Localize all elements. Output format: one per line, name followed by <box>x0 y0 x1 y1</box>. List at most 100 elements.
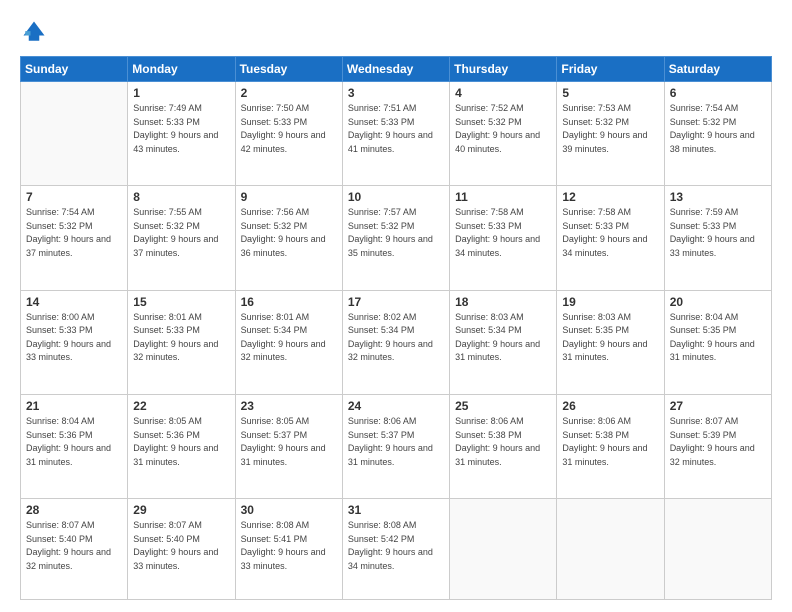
day-number: 26 <box>562 399 658 413</box>
calendar-cell: 24Sunrise: 8:06 AMSunset: 5:37 PMDayligh… <box>342 395 449 499</box>
logo <box>20 18 52 46</box>
calendar-cell: 23 Sunrise: 8:05 AMSunset: 5:37 PMDayligh… <box>235 395 342 499</box>
day-info: Sunrise: 7:53 AMSunset: 5:32 PMDaylight:… <box>562 102 658 156</box>
week-row-5: 28 Sunrise: 8:07 AMSunset: 5:40 PMDayligh… <box>21 499 772 600</box>
calendar-cell <box>557 499 664 600</box>
day-number: 22 <box>133 399 229 413</box>
day-info: Sunrise: 8:04 AMSunset: 5:35 PMDaylight:… <box>670 311 766 365</box>
day-number: 17 <box>348 295 444 309</box>
calendar-cell: 2Sunrise: 7:50 AMSunset: 5:33 PMDaylight… <box>235 82 342 186</box>
day-number: 28 <box>26 503 122 517</box>
day-number: 13 <box>670 190 766 204</box>
day-number: 11 <box>455 190 551 204</box>
calendar-cell: 31 Sunrise: 8:08 AMSunset: 5:42 PMDayligh… <box>342 499 449 600</box>
day-info: Sunrise: 8:02 AMSunset: 5:34 PMDaylight:… <box>348 311 444 365</box>
day-info: Sunrise: 8:06 AMSunset: 5:38 PMDaylight:… <box>455 415 551 469</box>
calendar-cell: 14 Sunrise: 8:00 AMSunset: 5:33 PMDayligh… <box>21 290 128 394</box>
day-info: Sunrise: 8:01 AMSunset: 5:34 PMDaylight:… <box>241 311 337 365</box>
day-info: Sunrise: 7:54 AMSunset: 5:32 PMDaylight:… <box>670 102 766 156</box>
week-row-2: 7 Sunrise: 7:54 AMSunset: 5:32 PMDaylight… <box>21 186 772 290</box>
day-number: 7 <box>26 190 122 204</box>
calendar-cell: 6 Sunrise: 7:54 AMSunset: 5:32 PMDaylight… <box>664 82 771 186</box>
calendar-cell: 15 Sunrise: 8:01 AMSunset: 5:33 PMDayligh… <box>128 290 235 394</box>
header <box>20 18 772 46</box>
day-number: 9 <box>241 190 337 204</box>
day-number: 6 <box>670 86 766 100</box>
day-number: 31 <box>348 503 444 517</box>
day-info: Sunrise: 8:03 AMSunset: 5:35 PMDaylight:… <box>562 311 658 365</box>
day-info: Sunrise: 7:54 AMSunset: 5:32 PMDaylight:… <box>26 206 122 260</box>
day-info: Sunrise: 7:49 AMSunset: 5:33 PMDaylight:… <box>133 102 229 156</box>
day-info: Sunrise: 7:57 AMSunset: 5:32 PMDaylight:… <box>348 206 444 260</box>
calendar-cell: 19Sunrise: 8:03 AMSunset: 5:35 PMDayligh… <box>557 290 664 394</box>
week-row-3: 14 Sunrise: 8:00 AMSunset: 5:33 PMDayligh… <box>21 290 772 394</box>
day-number: 27 <box>670 399 766 413</box>
day-number: 14 <box>26 295 122 309</box>
logo-icon <box>20 18 48 46</box>
day-info: Sunrise: 8:08 AMSunset: 5:41 PMDaylight:… <box>241 519 337 573</box>
day-info: Sunrise: 7:58 AMSunset: 5:33 PMDaylight:… <box>562 206 658 260</box>
calendar-cell <box>664 499 771 600</box>
day-number: 10 <box>348 190 444 204</box>
day-number: 20 <box>670 295 766 309</box>
calendar-cell: 7 Sunrise: 7:54 AMSunset: 5:32 PMDaylight… <box>21 186 128 290</box>
day-number: 4 <box>455 86 551 100</box>
day-info: Sunrise: 7:56 AMSunset: 5:32 PMDaylight:… <box>241 206 337 260</box>
calendar-cell: 13 Sunrise: 7:59 AMSunset: 5:33 PMDayligh… <box>664 186 771 290</box>
calendar-cell <box>450 499 557 600</box>
day-info: Sunrise: 8:05 AMSunset: 5:37 PMDaylight:… <box>241 415 337 469</box>
day-number: 3 <box>348 86 444 100</box>
calendar-cell: 17 Sunrise: 8:02 AMSunset: 5:34 PMDayligh… <box>342 290 449 394</box>
day-number: 16 <box>241 295 337 309</box>
calendar-cell: 5 Sunrise: 7:53 AMSunset: 5:32 PMDaylight… <box>557 82 664 186</box>
calendar-cell: 8 Sunrise: 7:55 AMSunset: 5:32 PMDaylight… <box>128 186 235 290</box>
day-info: Sunrise: 7:58 AMSunset: 5:33 PMDaylight:… <box>455 206 551 260</box>
day-info: Sunrise: 8:07 AMSunset: 5:40 PMDaylight:… <box>133 519 229 573</box>
calendar-cell: 10 Sunrise: 7:57 AMSunset: 5:32 PMDayligh… <box>342 186 449 290</box>
calendar-table: SundayMondayTuesdayWednesdayThursdayFrid… <box>20 56 772 600</box>
day-number: 21 <box>26 399 122 413</box>
weekday-wednesday: Wednesday <box>342 57 449 82</box>
day-info: Sunrise: 7:51 AMSunset: 5:33 PMDaylight:… <box>348 102 444 156</box>
calendar-cell: 18 Sunrise: 8:03 AMSunset: 5:34 PMDayligh… <box>450 290 557 394</box>
day-number: 23 <box>241 399 337 413</box>
weekday-monday: Monday <box>128 57 235 82</box>
day-number: 15 <box>133 295 229 309</box>
weekday-thursday: Thursday <box>450 57 557 82</box>
day-info: Sunrise: 8:07 AMSunset: 5:39 PMDaylight:… <box>670 415 766 469</box>
calendar-cell: 3 Sunrise: 7:51 AMSunset: 5:33 PMDaylight… <box>342 82 449 186</box>
calendar-cell: 12 Sunrise: 7:58 AMSunset: 5:33 PMDayligh… <box>557 186 664 290</box>
calendar-cell: 4 Sunrise: 7:52 AMSunset: 5:32 PMDaylight… <box>450 82 557 186</box>
calendar-cell: 11 Sunrise: 7:58 AMSunset: 5:33 PMDayligh… <box>450 186 557 290</box>
day-info: Sunrise: 8:03 AMSunset: 5:34 PMDaylight:… <box>455 311 551 365</box>
day-number: 24 <box>348 399 444 413</box>
day-number: 18 <box>455 295 551 309</box>
day-info: Sunrise: 8:01 AMSunset: 5:33 PMDaylight:… <box>133 311 229 365</box>
page: SundayMondayTuesdayWednesdayThursdayFrid… <box>0 0 792 612</box>
day-info: Sunrise: 8:00 AMSunset: 5:33 PMDaylight:… <box>26 311 122 365</box>
day-number: 1 <box>133 86 229 100</box>
calendar-cell: 16 Sunrise: 8:01 AMSunset: 5:34 PMDayligh… <box>235 290 342 394</box>
calendar-cell: 28 Sunrise: 8:07 AMSunset: 5:40 PMDayligh… <box>21 499 128 600</box>
day-info: Sunrise: 8:08 AMSunset: 5:42 PMDaylight:… <box>348 519 444 573</box>
day-info: Sunrise: 7:52 AMSunset: 5:32 PMDaylight:… <box>455 102 551 156</box>
week-row-1: 1 Sunrise: 7:49 AMSunset: 5:33 PMDaylight… <box>21 82 772 186</box>
week-row-4: 21 Sunrise: 8:04 AMSunset: 5:36 PMDayligh… <box>21 395 772 499</box>
day-info: Sunrise: 8:04 AMSunset: 5:36 PMDaylight:… <box>26 415 122 469</box>
day-number: 2 <box>241 86 337 100</box>
calendar-cell: 26Sunrise: 8:06 AMSunset: 5:38 PMDayligh… <box>557 395 664 499</box>
day-number: 12 <box>562 190 658 204</box>
day-info: Sunrise: 8:07 AMSunset: 5:40 PMDaylight:… <box>26 519 122 573</box>
day-number: 30 <box>241 503 337 517</box>
calendar-cell: 27 Sunrise: 8:07 AMSunset: 5:39 PMDayligh… <box>664 395 771 499</box>
weekday-saturday: Saturday <box>664 57 771 82</box>
calendar-cell <box>21 82 128 186</box>
weekday-header-row: SundayMondayTuesdayWednesdayThursdayFrid… <box>21 57 772 82</box>
day-number: 8 <box>133 190 229 204</box>
calendar-cell: 21 Sunrise: 8:04 AMSunset: 5:36 PMDayligh… <box>21 395 128 499</box>
calendar-cell: 20 Sunrise: 8:04 AMSunset: 5:35 PMDayligh… <box>664 290 771 394</box>
day-number: 5 <box>562 86 658 100</box>
calendar-cell: 25Sunrise: 8:06 AMSunset: 5:38 PMDayligh… <box>450 395 557 499</box>
day-info: Sunrise: 7:55 AMSunset: 5:32 PMDaylight:… <box>133 206 229 260</box>
day-info: Sunrise: 7:59 AMSunset: 5:33 PMDaylight:… <box>670 206 766 260</box>
